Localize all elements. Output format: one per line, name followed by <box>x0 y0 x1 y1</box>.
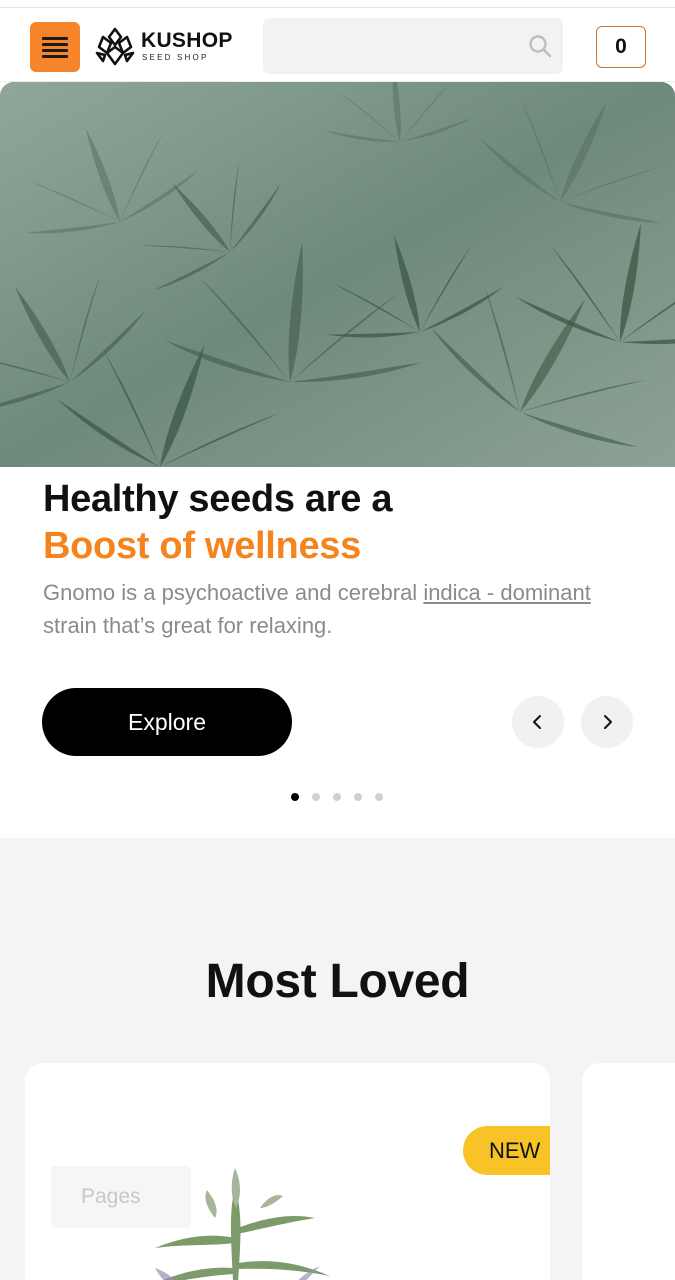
hero-image <box>0 82 675 467</box>
logo[interactable]: KUSHOP SEED SHOP <box>94 26 244 70</box>
pagination-dot[interactable] <box>312 793 320 801</box>
hero-description-text: Gnomo is a psychoactive and cerebral <box>43 580 424 605</box>
search-input[interactable] <box>263 18 523 74</box>
pagination-dot[interactable] <box>291 793 299 801</box>
chevron-left-icon <box>533 715 541 729</box>
new-badge: NEW <box>463 1126 550 1175</box>
next-slide-button[interactable] <box>581 696 633 748</box>
menu-bar <box>42 36 68 40</box>
cart-button[interactable]: 0 <box>596 26 646 68</box>
hero-headline: Healthy seeds are a <box>43 478 393 520</box>
pagination-dot[interactable] <box>333 793 341 801</box>
pagination-dot[interactable] <box>354 793 362 801</box>
indica-dominant-link[interactable]: indica - dominant <box>423 580 591 605</box>
logo-title: KUSHOP <box>141 29 233 52</box>
menu-bar <box>42 48 68 52</box>
search-bar <box>263 18 563 74</box>
product-card-next[interactable] <box>582 1063 675 1280</box>
menu-bar <box>42 54 68 58</box>
explore-button[interactable]: Explore <box>42 688 292 756</box>
site-header: KUSHOP SEED SHOP 0 <box>0 8 675 82</box>
pagination-dot[interactable] <box>375 793 383 801</box>
top-edge <box>0 0 675 8</box>
slider-pagination <box>291 793 383 801</box>
product-card[interactable]: Pages NEW <box>25 1063 550 1280</box>
search-icon[interactable] <box>527 33 553 59</box>
cannabis-plants-photo <box>0 82 675 467</box>
hero-headline-highlight: Boost of wellness <box>43 525 361 567</box>
hero-text: Healthy seeds are a Boost of wellness Gn… <box>43 476 643 642</box>
section-title: Most Loved <box>205 955 470 1008</box>
hero-description-text: strain that’s great for relaxing. <box>43 613 333 638</box>
hero-description: Gnomo is a psychoactive and cerebral ind… <box>43 576 603 642</box>
cannabis-leaf-logo-icon <box>95 27 135 66</box>
previous-slide-button[interactable] <box>512 696 564 748</box>
most-loved-section: Most Loved Pages NEW <box>0 838 675 1280</box>
logo-subtitle: SEED SHOP <box>142 53 209 62</box>
hamburger-menu-button[interactable] <box>30 22 80 72</box>
cart-count: 0 <box>615 35 627 58</box>
menu-bar <box>42 42 68 46</box>
pages-overlay-chip[interactable]: Pages <box>51 1166 191 1228</box>
chevron-right-icon <box>604 715 612 729</box>
